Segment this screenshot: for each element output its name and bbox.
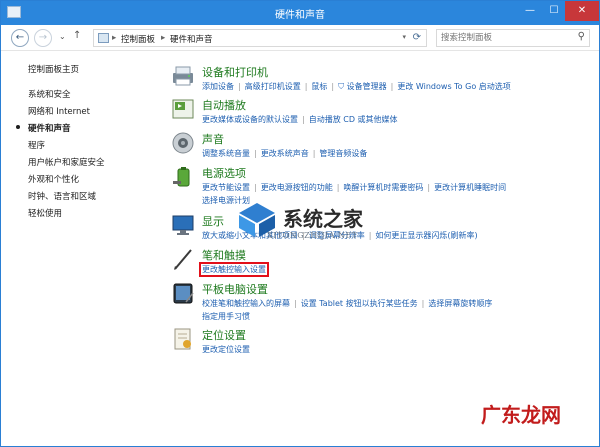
link-screen-rotation[interactable]: 选择屏幕旋转顺序 (428, 299, 492, 308)
link-advanced-printer-setup[interactable]: 高级打印机设置 (245, 82, 301, 91)
section-title[interactable]: 自动播放 (202, 97, 246, 113)
section-title[interactable]: 平板电脑设置 (202, 281, 268, 297)
section-sound: 声音 调整系统音量 | 更改系统声音 | 管理音频设备 (167, 131, 599, 161)
watermark-site-url: XITONGZHIJIA.NET (267, 231, 358, 240)
sidebar-item-programs[interactable]: 程序 (28, 139, 45, 151)
location-icon (174, 328, 191, 350)
up-button[interactable]: ↑ (73, 30, 81, 41)
address-row: ← → ⌄ ↑ ▸ 控制面板 ▸ 硬件和声音 ▾ ⟳ ⚲ (1, 25, 599, 51)
section-location-settings: 定位设置 更改定位设置 (167, 327, 599, 357)
address-control-panel-icon (98, 33, 109, 43)
link-mouse[interactable]: 鼠标 (311, 82, 327, 91)
section-links: 更改触控输入设置 (199, 262, 597, 277)
search-input[interactable] (437, 30, 567, 46)
sidebar-item-clock-language[interactable]: 时钟、语言和区域 (28, 190, 96, 202)
link-calibrate-screen[interactable]: 校准笔和触控输入的屏幕 (202, 299, 290, 308)
active-bullet-icon (16, 125, 20, 129)
link-change-system-sounds[interactable]: 更改系统声音 (261, 149, 309, 158)
autoplay-icon (172, 99, 194, 119)
title-bar[interactable]: 硬件和声音 — ☐ ✕ (1, 1, 599, 25)
display-icon (172, 215, 194, 235)
speaker-icon (172, 132, 194, 154)
link-change-location-settings[interactable]: 更改定位设置 (202, 345, 250, 354)
link-change-touch-input[interactable]: 更改触控输入设置 (199, 262, 269, 277)
link-change-power-saving[interactable]: 更改节能设置 (202, 183, 250, 192)
link-device-manager[interactable]: 设备管理器 (347, 82, 387, 91)
link-change-sleep-time[interactable]: 更改计算机睡眠时间 (434, 183, 506, 192)
section-title[interactable]: 设备和打印机 (202, 64, 268, 80)
pen-icon (174, 249, 192, 270)
tablet-icon (173, 283, 194, 304)
link-require-password-wake[interactable]: 唤醒计算机时需要密码 (343, 183, 423, 192)
refresh-icon[interactable]: ⟳ (413, 32, 421, 43)
recent-locations-icon[interactable]: ⌄ (59, 32, 66, 41)
minimize-button[interactable]: — (519, 1, 541, 21)
section-links: 调整系统音量 | 更改系统声音 | 管理音频设备 (202, 149, 368, 158)
section-title[interactable]: 电源选项 (202, 165, 246, 181)
search-box[interactable]: ⚲ (436, 29, 590, 47)
sidebar-item-network[interactable]: 网络和 Internet (28, 105, 90, 117)
link-autoplay-cd[interactable]: 自动播放 CD 或其他媒体 (309, 115, 398, 124)
maximize-button[interactable]: ☐ (543, 1, 565, 21)
shield-icon: ⛉ (338, 82, 345, 91)
section-links: 更改媒体或设备的默认设置 | 自动播放 CD 或其他媒体 (202, 115, 398, 124)
breadcrumb-sep-icon: ▸ (161, 33, 166, 43)
section-devices-printers: 设备和打印机 添加设备 | 高级打印机设置 | 鼠标 | ⛉ 设备管理器 | 更改 Window… (167, 64, 599, 94)
link-manage-audio-devices[interactable]: 管理音频设备 (319, 149, 367, 158)
link-power-button-function[interactable]: 更改电源按钮的功能 (261, 183, 333, 192)
breadcrumb-hardware-sound[interactable]: 硬件和声音 (170, 33, 213, 45)
breadcrumb-sep-icon: ▸ (112, 33, 117, 43)
corner-watermark: 广东龙网 (481, 403, 561, 427)
forward-button[interactable]: → (34, 29, 52, 47)
watermark-site-name: 系统之家 (283, 207, 363, 231)
section-pen-touch: 笔和触摸 更改触控输入设置 (167, 247, 599, 277)
section-title[interactable]: 笔和触摸 (202, 247, 246, 263)
printer-icon (173, 66, 193, 86)
search-icon[interactable]: ⚲ (578, 31, 585, 42)
sidebar-item-appearance[interactable]: 外观和个性化 (28, 173, 79, 185)
sidebar-item-system-security[interactable]: 系统和安全 (28, 88, 71, 100)
section-links: 校准笔和触控输入的屏幕 | 设置 Tablet 按钮以执行某些任务 | 选择屏幕旋转顺序… (202, 299, 493, 321)
section-links: 更改定位设置 (202, 343, 597, 356)
site-watermark: 系统之家 XITONGZHIJIA.NET (237, 199, 417, 247)
sidebar-item-user-accounts[interactable]: 用户帐户和家庭安全 (28, 156, 105, 168)
section-title[interactable]: 声音 (202, 131, 224, 147)
window-title: 硬件和声音 (275, 10, 325, 21)
link-change-media-defaults[interactable]: 更改媒体或设备的默认设置 (202, 115, 298, 124)
section-links: 添加设备 | 高级打印机设置 | 鼠标 | ⛉ 设备管理器 | 更改 Windows To Go… (202, 82, 511, 91)
back-button[interactable]: ← (11, 29, 29, 47)
section-autoplay: 自动播放 更改媒体或设备的默认设置 | 自动播放 CD 或其他媒体 (167, 97, 599, 127)
link-handedness[interactable]: 指定用手习惯 (202, 312, 250, 321)
link-windows-to-go[interactable]: 更改 Windows To Go 启动选项 (397, 82, 510, 91)
section-title[interactable]: 定位设置 (202, 327, 246, 343)
control-panel-home-link[interactable]: 控制面板主页 (28, 63, 79, 75)
close-button[interactable]: ✕ (565, 1, 599, 21)
battery-icon (173, 167, 190, 187)
address-dropdown-icon[interactable]: ▾ (402, 33, 406, 41)
link-add-device[interactable]: 添加设备 (202, 82, 234, 91)
link-tablet-buttons[interactable]: 设置 Tablet 按钮以执行某些任务 (301, 299, 418, 308)
section-title[interactable]: 显示 (202, 213, 224, 229)
section-tablet-settings: 平板电脑设置 校准笔和触控输入的屏幕 | 设置 Tablet 按钮以执行某些任务 | 选… (167, 281, 599, 325)
sidebar-item-ease-of-access[interactable]: 轻松使用 (28, 207, 62, 219)
address-bar[interactable]: ▸ 控制面板 ▸ 硬件和声音 ▾ ⟳ (93, 29, 427, 47)
breadcrumb-control-panel[interactable]: 控制面板 (121, 33, 155, 45)
link-adjust-volume[interactable]: 调整系统音量 (202, 149, 250, 158)
control-panel-window: 硬件和声音 — ☐ ✕ ← → ⌄ ↑ ▸ 控制面板 ▸ 硬件和声音 ▾ ⟳ ⚲… (0, 0, 600, 447)
sidebar-item-hardware-sound[interactable]: 硬件和声音 (28, 122, 71, 134)
